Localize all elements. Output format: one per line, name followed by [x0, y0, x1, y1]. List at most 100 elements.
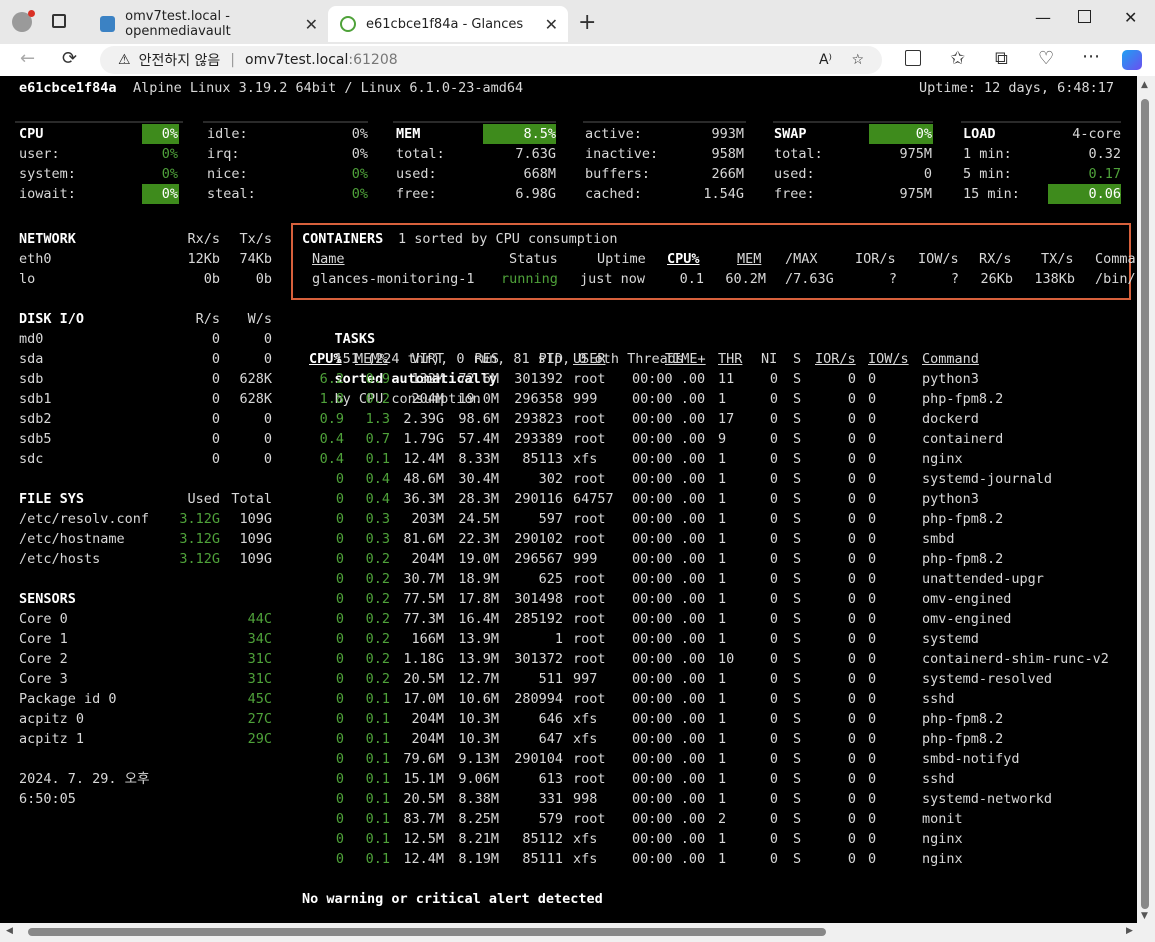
proc-col-iow[interactable]: IOW/s — [868, 349, 909, 369]
disk-name: sdb2 — [19, 411, 52, 427]
mem-inactive-label: inactive: — [585, 146, 659, 162]
proc-thr: 1 — [718, 851, 727, 867]
proc-virt: 81.6M — [403, 531, 444, 547]
network-rx: 12Kb — [187, 251, 220, 267]
tab-actions-icon[interactable] — [52, 14, 66, 28]
proc-virt: 204M — [411, 711, 444, 727]
maximize-icon[interactable] — [1078, 10, 1091, 23]
filesys-total-header: Total — [231, 491, 272, 507]
proc-pid: 293389 — [514, 431, 563, 447]
vertical-scroll-thumb[interactable] — [1141, 99, 1149, 909]
disk-read: 0 — [211, 331, 220, 347]
menu-icon[interactable]: ⋯ — [1082, 46, 1100, 67]
proc-pid: 302 — [538, 471, 563, 487]
scroll-up-icon[interactable]: ▲ — [1141, 80, 1148, 90]
proc-state: S — [793, 711, 802, 727]
proc-ni: 0 — [769, 451, 778, 467]
proc-state: S — [793, 751, 802, 767]
proc-state: S — [793, 371, 802, 387]
proc-col-pid: PID — [538, 351, 563, 367]
minimize-icon[interactable]: — — [1035, 8, 1051, 27]
proc-col-thr[interactable]: THR — [718, 349, 742, 369]
proc-col-cpu[interactable]: CPU% — [309, 349, 342, 369]
container-ior: ? — [888, 271, 897, 287]
horizontal-scroll-thumb[interactable] — [28, 928, 826, 936]
proc-pid: 646 — [538, 711, 563, 727]
collections-icon[interactable]: ⧉ — [995, 48, 1008, 69]
tab-omv[interactable]: omv7test.local - openmediavault ✕ — [88, 6, 328, 42]
proc-ior: 0 — [847, 411, 856, 427]
proc-state: S — [793, 651, 802, 667]
proc-cpu: 0 — [335, 731, 344, 747]
proc-user: 64757 — [573, 491, 614, 507]
proc-virt: 1.18G — [403, 651, 444, 667]
proc-mem: 0.1 — [365, 811, 390, 827]
browser-essentials-icon[interactable]: ♡ — [1038, 48, 1054, 69]
proc-pid: 85112 — [522, 831, 563, 847]
fs-used: 3.12G — [179, 531, 220, 547]
proc-pid: 579 — [538, 811, 563, 827]
read-aloud-icon[interactable]: A⁾ — [819, 52, 832, 68]
scroll-right-icon[interactable]: ▶ — [1126, 926, 1133, 936]
url-field[interactable]: ⚠ 안전하지 않음 | omv7test.local :61208 A⁾ ☆ — [100, 46, 882, 74]
back-icon[interactable]: ← — [20, 48, 35, 69]
favorites-icon[interactable]: ✩ — [950, 48, 965, 69]
cpu-nice-value: 0% — [351, 166, 368, 182]
cpu-irq-value: 0% — [351, 146, 368, 162]
cpu-system-value: 0% — [161, 166, 178, 182]
disk-read: 0 — [211, 391, 220, 407]
proc-cpu: 0 — [335, 511, 344, 527]
proc-ni: 0 — [769, 471, 778, 487]
proc-ni: 0 — [769, 591, 778, 607]
close-tab-icon[interactable]: ✕ — [305, 15, 318, 34]
container-col-cpu[interactable]: CPU% — [667, 249, 700, 269]
copilot-icon[interactable] — [1122, 50, 1142, 70]
close-tab-icon[interactable]: ✕ — [545, 15, 558, 34]
proc-col-user[interactable]: USER — [573, 349, 606, 369]
disk-name: sda — [19, 351, 44, 367]
scroll-down-icon[interactable]: ▼ — [1141, 911, 1148, 921]
proc-cpu: 0 — [335, 791, 344, 807]
mem-used-value: 668M — [523, 166, 556, 182]
proc-col-ior[interactable]: IOR/s — [815, 349, 856, 369]
load-5min-label: 5 min: — [963, 166, 1012, 182]
refresh-icon[interactable]: ⟳ — [62, 48, 77, 69]
proc-col-virt: VIRT — [411, 351, 444, 367]
insecure-label: 안전하지 않음 — [138, 53, 221, 69]
proc-state: S — [793, 511, 802, 527]
proc-thr: 1 — [718, 711, 727, 727]
favorite-icon[interactable]: ☆ — [851, 52, 864, 68]
proc-mem: 0.2 — [365, 651, 390, 667]
tab-glances[interactable]: e61cbce1f84a - Glances ✕ — [328, 6, 568, 42]
proc-time: 00:00 .00 — [632, 691, 706, 707]
proc-thr: 1 — [718, 671, 727, 687]
proc-thr: 1 — [718, 531, 727, 547]
mem-total-label: total: — [396, 146, 445, 162]
proc-col-mem[interactable]: MEM% — [355, 349, 388, 369]
disk-read: 0 — [211, 431, 220, 447]
proc-ni: 0 — [769, 491, 778, 507]
new-tab-icon[interactable]: + — [578, 10, 596, 35]
sensor-value: 34C — [247, 631, 272, 647]
proc-thr: 1 — [718, 591, 727, 607]
proc-res: 72.6M — [458, 371, 499, 387]
proc-cmd: omv-engined — [922, 611, 1012, 627]
split-screen-icon[interactable] — [905, 50, 921, 66]
proc-cpu: 0 — [335, 831, 344, 847]
swap-title: SWAP — [774, 126, 807, 142]
proc-mem: 0.1 — [365, 731, 390, 747]
container-name: glances-monitoring-1 — [312, 271, 475, 287]
proc-iow: 0 — [868, 591, 877, 607]
close-window-icon[interactable]: ✕ — [1124, 8, 1137, 27]
proc-cmd: systemd-resolved — [922, 671, 1053, 687]
proc-col-cmd[interactable]: Command — [922, 349, 979, 369]
container-col-mem[interactable]: MEM — [737, 249, 761, 269]
proc-cmd: smbd-notifyd — [922, 751, 1020, 767]
proc-cmd: python3 — [922, 491, 979, 507]
container-col-name[interactable]: Name — [312, 249, 345, 269]
proc-user: root — [573, 691, 606, 707]
proc-ior: 0 — [847, 691, 856, 707]
scroll-left-icon[interactable]: ◀ — [6, 926, 13, 936]
disk-write: 0 — [263, 451, 272, 467]
proc-col-time[interactable]: TIME+ — [665, 349, 706, 369]
